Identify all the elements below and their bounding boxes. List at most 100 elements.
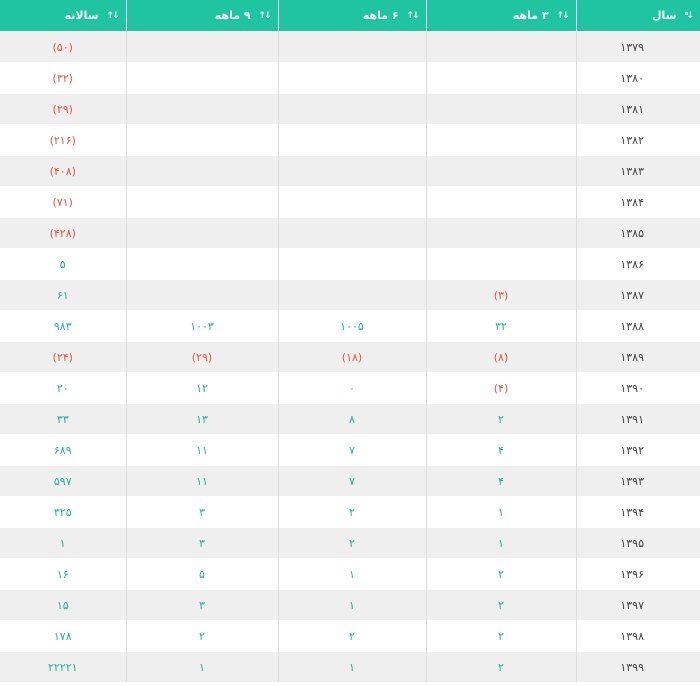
annual-column-header[interactable]: ↓↑ سالانه <box>0 0 126 32</box>
year-cell: ۱۳۹۶ <box>575 558 700 590</box>
annual-cell: ۵ <box>0 248 126 280</box>
q9-cell <box>125 217 278 249</box>
table-row: ۱۳۸۳ (۴۰۸) <box>0 155 700 187</box>
q3-cell <box>425 248 576 280</box>
q9-cell: ۱۱ <box>125 465 278 497</box>
q9-cell: ۳ <box>125 527 278 559</box>
annual-cell: ۲۲۲۲۱ <box>0 651 126 682</box>
q6-cell: ۱ <box>277 651 426 682</box>
q3-cell <box>425 217 576 249</box>
table-row: ۱۳۹۹ ۲ ۱ ۱ ۲۲۲۲۱ <box>0 651 700 682</box>
q9-cell: ۱۳ <box>125 403 278 435</box>
year-cell: ۱۳۹۹ <box>575 651 700 682</box>
year-cell: ۱۳۹۰ <box>575 372 700 404</box>
q9-cell: ۱ <box>125 651 278 682</box>
year-cell: ۱۳۸۰ <box>575 62 700 94</box>
table-row: ۱۳۸۹ (۸) (۱۸) (۲۹) (۲۴) <box>0 341 700 373</box>
year-cell: ۱۳۸۲ <box>575 124 700 156</box>
year-cell: ۱۳۸۸ <box>575 310 700 342</box>
annual-cell: ۶۸۹ <box>0 434 126 466</box>
q3-cell: (۴) <box>425 372 576 404</box>
year-cell: ۱۳۹۳ <box>575 465 700 497</box>
table-row: ۱۳۹۷ ۲ ۱ ۳ ۱۵ <box>0 589 700 621</box>
sort-both-icon[interactable]: ↓↑ <box>406 11 419 21</box>
year-cell: ۱۳۹۱ <box>575 403 700 435</box>
q3-cell: (۳) <box>425 279 576 311</box>
q3-cell: ۱ <box>425 496 576 528</box>
q3-cell: (۸) <box>425 341 576 373</box>
q9-cell <box>125 248 278 280</box>
year-column-header[interactable]: ↓ᵃ سال <box>575 0 700 32</box>
table-row: ۱۳۸۲ (۲۱۶) <box>0 124 700 156</box>
table-row: ۱۳۹۶ ۲ ۱ ۵ ۱۶ <box>0 558 700 590</box>
q9-header-label: ۹ ماهه <box>214 9 251 22</box>
q3-cell <box>425 155 576 187</box>
annual-cell: ۱ <box>0 527 126 559</box>
annual-cell: (۷۱) <box>0 186 126 218</box>
q9-cell <box>125 62 278 94</box>
sort-ascending-icon[interactable]: ↓ᵃ <box>684 11 694 21</box>
year-cell: ۱۳۸۴ <box>575 186 700 218</box>
q6-cell <box>277 93 426 125</box>
q3-cell: ۲ <box>425 589 576 621</box>
annual-cell: (۲۴) <box>0 341 126 373</box>
sort-both-icon[interactable]: ↓↑ <box>106 11 119 21</box>
annual-cell: ۳۳ <box>0 403 126 435</box>
q3-cell <box>425 93 576 125</box>
sort-both-icon[interactable]: ↓↑ <box>556 11 569 21</box>
q6-cell: ۲ <box>277 496 426 528</box>
q9-cell <box>125 31 278 63</box>
q9-cell <box>125 279 278 311</box>
header-row: ↓ᵃ سال ↓↑ ۳ ماهه ↓↑ ۶ ماهه ↓↑ ۹ ماهه ↓↑ … <box>0 0 700 32</box>
q6-cell <box>277 155 426 187</box>
q6-cell <box>277 248 426 280</box>
annual-cell: (۵۰) <box>0 31 126 63</box>
q3-column-header[interactable]: ↓↑ ۳ ماهه <box>425 0 576 32</box>
q9-cell: ۳ <box>125 589 278 621</box>
year-cell: ۱۳۸۵ <box>575 217 700 249</box>
year-cell: ۱۳۹۸ <box>575 620 700 652</box>
table-row: ۱۳۹۰ (۴) ۰ ۱۲ ۲۰ <box>0 372 700 404</box>
annual-cell: (۲۹) <box>0 93 126 125</box>
q6-cell: ۲ <box>277 527 426 559</box>
q3-cell: ۱ <box>425 527 576 559</box>
annual-cell: ۱۶ <box>0 558 126 590</box>
table-row: ۱۳۸۵ (۴۲۸) <box>0 217 700 249</box>
year-header-label: سال <box>651 9 677 22</box>
q9-cell: ۱۲ <box>125 372 278 404</box>
q3-cell <box>425 31 576 63</box>
year-cell: ۱۳۷۹ <box>575 31 700 63</box>
annual-cell: ۱۵ <box>0 589 126 621</box>
q3-cell: ۲ <box>425 558 576 590</box>
q3-cell: ۲ <box>425 403 576 435</box>
q6-cell <box>277 186 426 218</box>
year-cell: ۱۳۸۷ <box>575 279 700 311</box>
q6-cell <box>277 217 426 249</box>
year-cell: ۱۳۸۹ <box>575 341 700 373</box>
q9-cell: ۲ <box>125 620 278 652</box>
q6-cell <box>277 124 426 156</box>
year-cell: ۱۳۹۲ <box>575 434 700 466</box>
q6-cell: ۰ <box>277 372 426 404</box>
q9-cell: ۱۱ <box>125 434 278 466</box>
annual-cell: (۲۱۶) <box>0 124 126 156</box>
q6-header-label: ۶ ماهه <box>362 9 399 22</box>
q6-column-header[interactable]: ↓↑ ۶ ماهه <box>277 0 426 32</box>
q9-column-header[interactable]: ↓↑ ۹ ماهه <box>125 0 278 32</box>
q3-header-label: ۳ ماهه <box>512 9 549 22</box>
table-row: ۱۳۹۱ ۲ ۸ ۱۳ ۳۳ <box>0 403 700 435</box>
table-row: ۱۳۹۳ ۴ ۷ ۱۱ ۵۹۷ <box>0 465 700 497</box>
q9-cell <box>125 93 278 125</box>
table-row: ۱۳۸۶ ۵ <box>0 248 700 280</box>
q6-cell: ۸ <box>277 403 426 435</box>
q9-cell <box>125 124 278 156</box>
q6-cell: (۱۸) <box>277 341 426 373</box>
annual-cell: ۱۷۸ <box>0 620 126 652</box>
q6-cell: ۱۰۰۵ <box>277 310 426 342</box>
q3-cell: ۴ <box>425 465 576 497</box>
annual-cell: (۴۲۸) <box>0 217 126 249</box>
annual-cell: ۶۱ <box>0 279 126 311</box>
table-row: ۱۳۹۲ ۴ ۷ ۱۱ ۶۸۹ <box>0 434 700 466</box>
q3-cell <box>425 124 576 156</box>
sort-both-icon[interactable]: ↓↑ <box>258 11 271 21</box>
